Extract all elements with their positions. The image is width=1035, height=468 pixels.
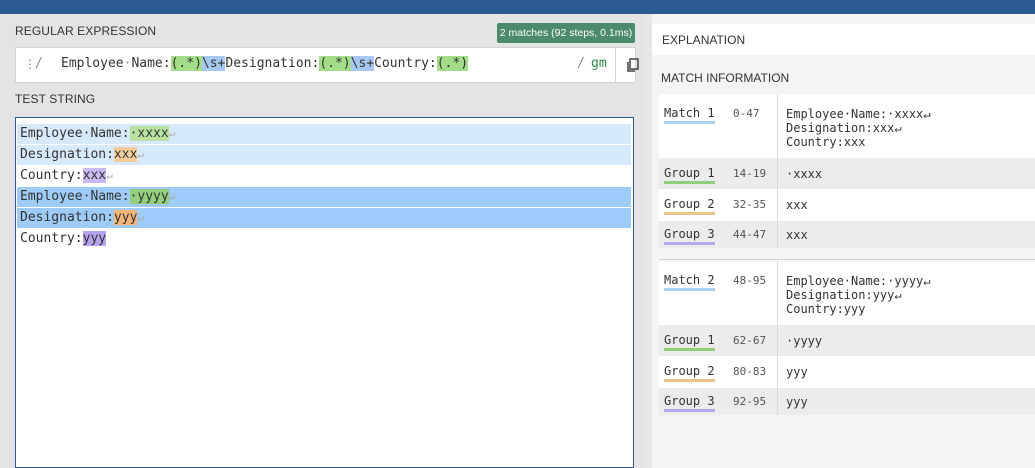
match-divider [659, 259, 1035, 260]
left-panel: REGULAR EXPRESSION 2 matches (92 steps, … [0, 14, 645, 468]
group-row[interactable]: Group 1 62-67 ·yyyy [659, 325, 1035, 356]
test-string-line: Designation:yyy↵ [17, 208, 631, 228]
match-label: Match 2 [664, 273, 715, 291]
match-row[interactable]: Match 1 0-47 Employee·Name:·xxxx↵ Designat… [659, 94, 1035, 158]
column-separator [777, 388, 778, 415]
column-separator [777, 325, 778, 356]
return-marker-icon: ↵ [137, 148, 145, 161]
group-value: ·xxxx [786, 167, 823, 181]
match-count-badge: 2 matches (92 steps, 0.1ms) [497, 23, 635, 43]
test-string-input[interactable]: Employee·Name:·xxxx↵ Designation:xxx↵ Coun… [15, 117, 634, 468]
test-string-line: Country:yyy [17, 229, 107, 249]
explanation-title: EXPLANATION [662, 33, 746, 47]
column-separator [777, 158, 778, 189]
regex-section-title: REGULAR EXPRESSION [15, 24, 157, 38]
test-line-group-highlight: ·xxxx [129, 126, 169, 141]
column-separator [777, 221, 778, 248]
test-line-text: Designation: [20, 147, 114, 162]
group-row[interactable]: Group 2 32-35 xxx [659, 189, 1035, 221]
regex-pattern[interactable]: Employee·Name:(.*)\s+Designation:(.*)\s+… [61, 56, 469, 71]
return-marker-icon: ↵ [168, 190, 176, 203]
group-label: Group 2 [664, 197, 715, 215]
match-info-title: MATCH INFORMATION [661, 71, 790, 85]
match-range: 92-95 [733, 395, 767, 408]
group-value: ·yyyy [786, 334, 823, 348]
column-separator [777, 356, 778, 388]
test-line-group-highlight: yyy [113, 210, 138, 225]
group-label: Group 2 [664, 364, 715, 382]
return-marker-icon: ↵ [137, 211, 145, 224]
column-separator [777, 261, 778, 325]
regex-literal: Name: [131, 56, 171, 71]
test-string-section-title: TEST STRING [15, 92, 96, 106]
match-range: 80-83 [733, 365, 767, 378]
match-range: 32-35 [733, 198, 767, 211]
test-string-line: Designation:xxx↵ [17, 145, 631, 165]
match-range: 48-95 [733, 274, 767, 287]
right-panel: EXPLANATION MATCH INFORMATION Match 1 0-4… [652, 14, 1035, 468]
regex-input-box[interactable]: ⋮ / Employee·Name:(.*)\s+Designation:(.*… [15, 47, 639, 83]
test-line-group-highlight: ·yyyy [129, 189, 169, 204]
column-separator [777, 94, 778, 158]
regex-literal: Employee [61, 56, 124, 71]
match-value: Employee·Name:·yyyy↵ Designation:yyy↵ Co… [786, 274, 931, 316]
test-line-text: Designation: [20, 210, 114, 225]
group-value: yyy [786, 395, 808, 409]
regex-delimiter-close: / [577, 56, 585, 71]
regex-whitespace-token: \s+ [350, 56, 375, 71]
return-marker-icon: ↵ [168, 127, 176, 140]
test-line-group-highlight: xxx [113, 147, 138, 162]
test-line-group-highlight: yyy [82, 231, 107, 246]
regex-literal: Designation: [225, 56, 320, 71]
group-row[interactable]: Group 2 80-83 yyy [659, 356, 1035, 388]
test-line-text: Employee·Name: [20, 189, 130, 204]
regex-delimiter-open: / [35, 56, 43, 71]
group-row[interactable]: Group 3 44-47 xxx [659, 221, 1035, 248]
group-value: xxx [786, 228, 808, 242]
regex-whitespace-token: \s+ [201, 56, 226, 71]
test-string-line: Country:xxx↵ [17, 166, 113, 186]
group-value: xxx [786, 198, 808, 212]
match-range: 62-67 [733, 334, 767, 347]
regex-capture-group: (.*) [436, 56, 469, 71]
test-line-group-highlight: xxx [82, 168, 107, 183]
copy-icon [627, 58, 639, 72]
copy-regex-button[interactable] [615, 48, 650, 82]
group-row[interactable]: Group 3 92-95 yyy [659, 388, 1035, 415]
group-value: yyy [786, 365, 808, 379]
match-range: 14-19 [733, 167, 767, 180]
return-marker-icon: ↵ [106, 169, 113, 182]
group-label: Group 1 [664, 166, 715, 184]
test-line-text: Country: [20, 168, 83, 183]
group-label: Group 3 [664, 227, 715, 245]
match-range: 0-47 [733, 107, 760, 120]
regex-capture-group: (.*) [170, 56, 202, 71]
match-range: 44-47 [733, 228, 767, 241]
match-value: Employee·Name:·xxxx↵ Designation:xxx↵ Co… [786, 107, 931, 149]
explanation-header[interactable]: EXPLANATION [652, 24, 1035, 55]
group-row[interactable]: Group 1 14-19 ·xxxx [659, 158, 1035, 189]
top-bar [0, 0, 1035, 14]
group-label: Group 1 [664, 333, 715, 351]
regex-capture-group: (.*) [319, 56, 351, 71]
match-label: Match 1 [664, 106, 715, 124]
regex-input[interactable]: ⋮ / Employee·Name:(.*)\s+Designation:(.*… [16, 48, 607, 82]
match-row[interactable]: Match 2 48-95 Employee·Name:·yyyy↵ Designa… [659, 261, 1035, 325]
test-line-text: Employee·Name: [20, 126, 130, 141]
test-line-text: Country: [20, 231, 83, 246]
test-string-line: Employee·Name:·yyyy↵ [17, 187, 631, 207]
group-label: Group 3 [664, 394, 715, 412]
regex-flags[interactable]: gm [591, 56, 607, 71]
column-separator [777, 189, 778, 221]
test-string-line: Employee·Name:·xxxx↵ [17, 124, 631, 144]
regex-literal: Country: [374, 56, 437, 71]
